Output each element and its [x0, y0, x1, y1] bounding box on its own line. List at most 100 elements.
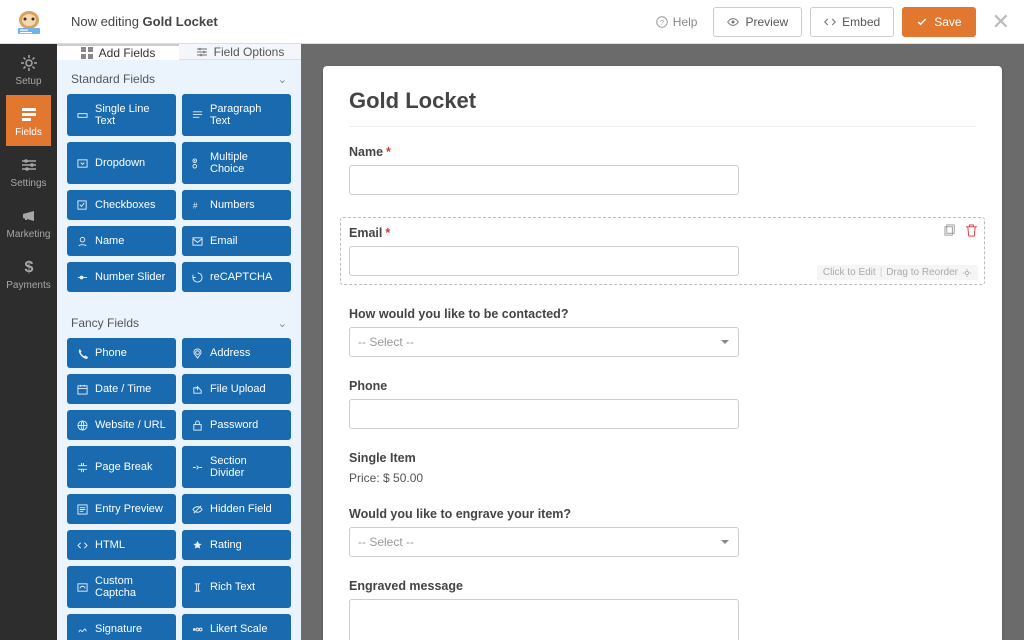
chip-icon: [77, 110, 88, 121]
field-chip-paragraph-text[interactable]: Paragraph Text: [182, 94, 291, 136]
form-field-engraved-message[interactable]: Engraved message: [349, 579, 976, 640]
fields-icon: [20, 105, 38, 123]
field-chip-email[interactable]: Email: [182, 226, 291, 256]
chip-icon: [192, 158, 203, 169]
text-input[interactable]: [349, 165, 739, 195]
chip-icon: [192, 110, 203, 121]
field-chip-file-upload[interactable]: File Upload: [182, 374, 291, 404]
form-field-email[interactable]: Email*Click to Edit|Drag to Reorder: [340, 217, 985, 285]
field-chip-number-slider[interactable]: Number Slider: [67, 262, 176, 292]
field-chip-entry-preview[interactable]: Entry Preview: [67, 494, 176, 524]
field-chip-hidden-field[interactable]: Hidden Field: [182, 494, 291, 524]
group-header-fancy-fields[interactable]: Fancy Fields⌄: [57, 304, 301, 338]
editing-prefix: Now editing: [71, 14, 143, 29]
chip-icon: [77, 420, 88, 431]
chip-icon: [192, 540, 203, 551]
help-link[interactable]: ? Help: [656, 15, 698, 29]
rail-item-setup[interactable]: Setup: [6, 44, 50, 95]
sliders-icon: [196, 46, 208, 58]
chip-icon: [77, 200, 88, 211]
price-text: Price: $ 50.00: [349, 471, 976, 485]
form-title[interactable]: Gold Locket: [349, 88, 976, 127]
field-chip-rating[interactable]: Rating: [182, 530, 291, 560]
group-header-standard-fields[interactable]: Standard Fields⌄: [57, 60, 301, 94]
select-input[interactable]: -- Select --: [349, 327, 739, 357]
field-chip-recaptcha[interactable]: reCAPTCHA: [182, 262, 291, 292]
form-field-name[interactable]: Name*: [349, 145, 976, 195]
chip-icon: [77, 540, 88, 551]
chip-icon: [77, 504, 88, 515]
field-chip-section-divider[interactable]: Section Divider: [182, 446, 291, 488]
field-label: Single Item: [349, 451, 976, 465]
embed-button[interactable]: Embed: [810, 7, 894, 37]
chip-icon: #: [192, 200, 203, 211]
app-logo: [0, 0, 57, 44]
field-chip-single-line-text[interactable]: Single Line Text: [67, 94, 176, 136]
rail-item-marketing[interactable]: Marketing: [6, 197, 50, 248]
svg-text:?: ?: [660, 18, 664, 27]
grid-icon: [81, 47, 93, 59]
form-field-how-would-you-like-to-be-contacted-[interactable]: How would you like to be contacted? -- Se…: [349, 307, 976, 357]
chip-icon: [192, 582, 203, 593]
field-chip-address[interactable]: Address: [182, 338, 291, 368]
chip-icon: [77, 158, 88, 169]
rail-item-settings[interactable]: Settings: [6, 146, 50, 197]
field-chip-page-break[interactable]: Page Break: [67, 446, 176, 488]
field-label: Engraved message: [349, 579, 976, 593]
rail-label: Setup: [15, 76, 41, 87]
field-chip-website-url[interactable]: Website / URL: [67, 410, 176, 440]
chip-icon: [192, 272, 203, 283]
field-label: Phone: [349, 379, 976, 393]
sliders-icon: [20, 156, 38, 174]
chevron-down-icon: ⌄: [278, 317, 287, 330]
duplicate-icon[interactable]: [944, 224, 957, 237]
textarea-input[interactable]: [349, 599, 739, 640]
chip-icon: [77, 462, 88, 473]
required-indicator: *: [386, 145, 391, 159]
dollar-icon: $: [20, 258, 38, 276]
field-chip-checkboxes[interactable]: Checkboxes: [67, 190, 176, 220]
save-button[interactable]: Save: [902, 7, 975, 37]
field-label: Would you like to engrave your item?: [349, 507, 976, 521]
tab-field-options[interactable]: Field Options: [179, 44, 301, 60]
form-canvas-scroll[interactable]: Gold Locket Name* Email*Click to Edit|Dra…: [301, 44, 1024, 640]
chip-icon: [192, 384, 203, 395]
preview-button[interactable]: Preview: [713, 7, 802, 37]
form-field-would-you-like-to-engrave-your-item-[interactable]: Would you like to engrave your item? -- S…: [349, 507, 976, 557]
gear-icon: [962, 268, 972, 278]
field-chip-password[interactable]: Password: [182, 410, 291, 440]
field-chip-phone[interactable]: Phone: [67, 338, 176, 368]
chip-icon: [77, 624, 88, 635]
close-button[interactable]: ✕: [992, 9, 1010, 35]
text-input[interactable]: [349, 399, 739, 429]
text-input[interactable]: [349, 246, 739, 276]
field-chip-html[interactable]: HTML: [67, 530, 176, 560]
chip-icon: [77, 384, 88, 395]
field-chip-custom-captcha[interactable]: Custom Captcha: [67, 566, 176, 608]
field-chip-name[interactable]: Name: [67, 226, 176, 256]
form-field-phone[interactable]: Phone: [349, 379, 976, 429]
rail-item-fields[interactable]: Fields: [6, 95, 50, 146]
field-chip-date-time[interactable]: Date / Time: [67, 374, 176, 404]
select-input[interactable]: -- Select --: [349, 527, 739, 557]
field-label: How would you like to be contacted?: [349, 307, 976, 321]
field-chip-dropdown[interactable]: Dropdown: [67, 142, 176, 184]
delete-icon[interactable]: [965, 224, 978, 237]
field-chip-rich-text[interactable]: Rich Text: [182, 566, 291, 608]
rail-item-payments[interactable]: $Payments: [6, 248, 50, 299]
rail-label: Fields: [15, 127, 42, 138]
form-field-single-item[interactable]: Single Item Price: $ 50.00: [349, 451, 976, 485]
rail-label: Settings: [10, 178, 46, 189]
page-title: Now editing Gold Locket: [71, 14, 218, 29]
field-chip-signature[interactable]: Signature: [67, 614, 176, 640]
form-canvas: Gold Locket Name* Email*Click to Edit|Dra…: [323, 66, 1002, 640]
eye-icon: [727, 16, 739, 28]
svg-text:#: #: [193, 201, 198, 210]
field-chip-numbers[interactable]: #Numbers: [182, 190, 291, 220]
field-chip-multiple-choice[interactable]: Multiple Choice: [182, 142, 291, 184]
chip-icon: [192, 420, 203, 431]
tab-add-fields[interactable]: Add Fields: [57, 44, 179, 60]
chip-icon: [192, 504, 203, 515]
field-chip-likert-scale[interactable]: Likert Scale: [182, 614, 291, 640]
form-name: Gold Locket: [143, 14, 218, 29]
